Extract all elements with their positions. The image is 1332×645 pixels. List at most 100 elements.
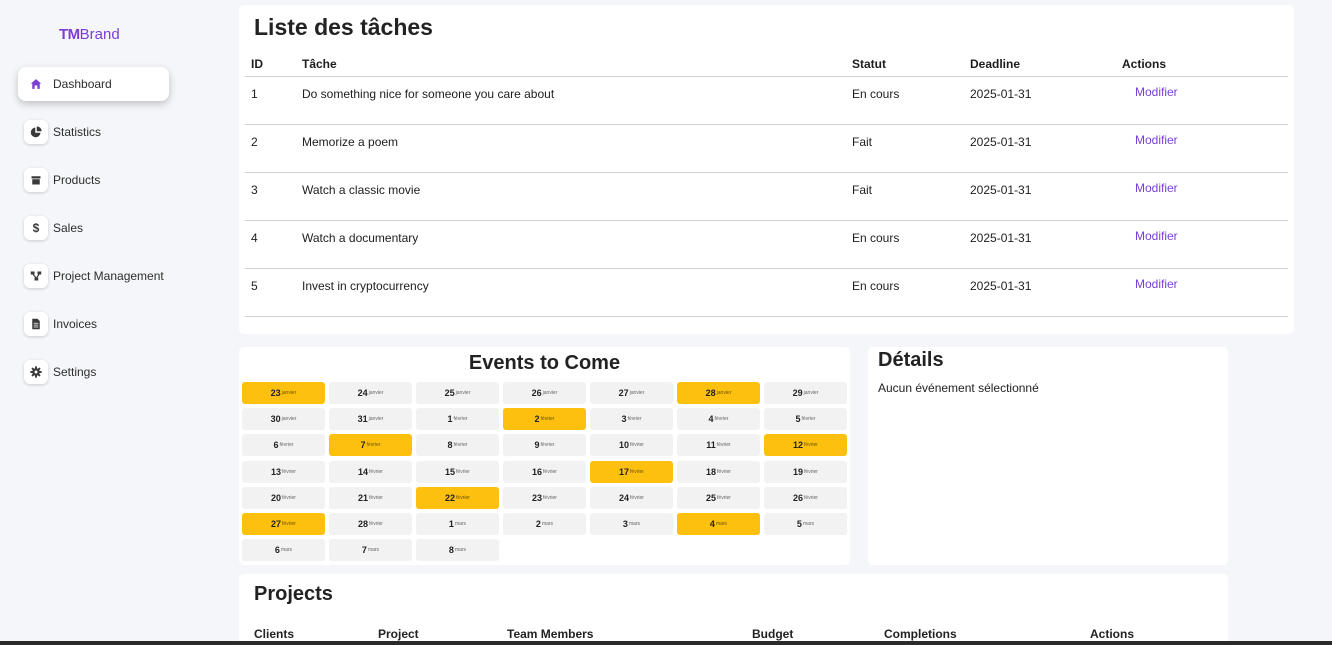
calendar-day[interactable]: 19 février xyxy=(764,461,847,483)
events-calendar-card: Events to Come 23 janvier 24 janvier 25 janvi… xyxy=(239,347,850,565)
calendar-day-number: 20 xyxy=(271,493,282,503)
calendar-day[interactable]: 5 mars xyxy=(764,513,847,535)
calendar-day[interactable]: 23 février xyxy=(503,487,586,509)
calendar-day-number: 21 xyxy=(358,493,369,503)
calendar-day[interactable]: 27 février xyxy=(242,513,325,535)
calendar-day[interactable]: 3 février xyxy=(590,408,673,430)
calendar-day-number: 5 xyxy=(796,519,802,529)
task-name: Do something nice for someone you care a… xyxy=(302,87,555,101)
calendar-day[interactable]: 14 février xyxy=(329,461,412,483)
calendar-day-month: février xyxy=(369,521,383,527)
calendar-day-month: février xyxy=(453,442,468,448)
calendar-day[interactable]: 22 février xyxy=(416,487,499,509)
calendar-day[interactable]: 10 février xyxy=(590,434,673,456)
calendar-day-month: février xyxy=(630,495,644,501)
calendar-day-number: 27 xyxy=(271,519,282,529)
calendar-day[interactable]: 6 mars xyxy=(242,539,325,561)
calendar-day[interactable]: 3 mars xyxy=(590,513,673,535)
task-id: 2 xyxy=(251,135,258,149)
calendar-day-month: mars xyxy=(367,547,380,553)
calendar-day[interactable]: 26 février xyxy=(764,487,847,509)
sidebar-item-project-management[interactable]: Project Management xyxy=(18,259,169,293)
calendar-day[interactable]: 2 février xyxy=(503,408,586,430)
calendar-day-month: février xyxy=(540,416,555,422)
brand-name: Brand xyxy=(79,26,120,43)
calendar-day-month: février xyxy=(716,442,731,448)
calendar-day[interactable]: 28 février xyxy=(329,513,412,535)
calendar-day[interactable]: 7 mars xyxy=(329,539,412,561)
calendar-day[interactable]: 18 février xyxy=(677,461,760,483)
modify-button[interactable]: Modifier xyxy=(1135,181,1178,195)
calendar-day-month: mars xyxy=(454,547,467,553)
calendar-day[interactable]: 17 février xyxy=(590,461,673,483)
calendar-day[interactable]: 1 février xyxy=(416,408,499,430)
calendar-day[interactable]: 12 février xyxy=(764,434,847,456)
calendar-day[interactable]: 30 janvier xyxy=(242,408,325,430)
calendar-day-month: mars xyxy=(541,521,554,527)
calendar-day-month: février xyxy=(369,469,383,475)
calendar-day[interactable]: 26 janvier xyxy=(503,382,586,404)
calendar-day-month: février xyxy=(366,442,381,448)
modify-button[interactable]: Modifier xyxy=(1135,229,1178,243)
task-id: 3 xyxy=(251,183,258,197)
column-header-team-members: Team Members xyxy=(507,627,594,641)
calendar-day[interactable]: 6 février xyxy=(242,434,325,456)
sidebar-item-label: Statistics xyxy=(53,125,102,139)
calendar-day[interactable]: 24 janvier xyxy=(329,382,412,404)
modify-button[interactable]: Modifier xyxy=(1135,85,1178,99)
calendar-day[interactable]: 25 février xyxy=(677,487,760,509)
calendar-day[interactable]: 20 février xyxy=(242,487,325,509)
calendar-day[interactable]: 25 janvier xyxy=(416,382,499,404)
calendar-day[interactable]: 24 février xyxy=(590,487,673,509)
calendar-day[interactable]: 8 mars xyxy=(416,539,499,561)
calendar-day[interactable]: 4 février xyxy=(677,408,760,430)
calendar-day[interactable]: 27 janvier xyxy=(590,382,673,404)
calendar-day[interactable]: 7 février xyxy=(329,434,412,456)
calendar-day[interactable]: 1 mars xyxy=(416,513,499,535)
calendar-day-month: février xyxy=(282,469,296,475)
sidebar-item-products[interactable]: Products xyxy=(18,163,169,197)
modify-button[interactable]: Modifier xyxy=(1135,133,1178,147)
pie-chart-icon xyxy=(24,120,48,144)
calendar-day-number: 23 xyxy=(532,493,543,503)
calendar-day[interactable]: 28 janvier xyxy=(677,382,760,404)
calendar-day[interactable]: 16 février xyxy=(503,461,586,483)
calendar-day[interactable]: 2 mars xyxy=(503,513,586,535)
task-name: Watch a classic movie xyxy=(302,183,421,197)
calendar-day[interactable]: 15 février xyxy=(416,461,499,483)
calendar-day[interactable]: 31 janvier xyxy=(329,408,412,430)
calendar-day-number: 28 xyxy=(705,388,716,398)
brand-logo[interactable]: TMBrand xyxy=(59,26,120,43)
sidebar-item-invoices[interactable]: Invoices xyxy=(18,307,169,341)
sidebar-item-statistics[interactable]: Statistics xyxy=(18,115,169,149)
task-status: En cours xyxy=(852,231,900,245)
calendar-day[interactable]: 4 mars xyxy=(677,513,760,535)
calendar-day-number: 12 xyxy=(793,440,804,450)
table-row: 5 Invest in cryptocurrency En cours 2025… xyxy=(245,269,1288,317)
calendar-day[interactable]: 5 février xyxy=(764,408,847,430)
calendar-day[interactable]: 23 janvier xyxy=(242,382,325,404)
calendar-day-month: février xyxy=(804,469,818,475)
sidebar-item-sales[interactable]: $ Sales xyxy=(18,211,169,245)
box-icon xyxy=(24,168,48,192)
sidebar-item-settings[interactable]: Settings xyxy=(18,355,169,389)
calendar-day-number: 13 xyxy=(271,467,282,477)
task-id: 1 xyxy=(251,87,258,101)
task-list-title: Liste des tâches xyxy=(254,14,433,40)
calendar-day-month: janvier xyxy=(368,416,384,422)
task-name: Watch a documentary xyxy=(302,231,419,245)
calendar-day[interactable]: 8 février xyxy=(416,434,499,456)
calendar-day-number: 7 xyxy=(361,545,367,555)
calendar-day[interactable]: 11 février xyxy=(677,434,760,456)
calendar-day[interactable]: 13 février xyxy=(242,461,325,483)
modify-button[interactable]: Modifier xyxy=(1135,277,1178,291)
calendar-day-month: janvier xyxy=(455,390,471,396)
taskbar-strip xyxy=(0,641,1332,645)
calendar-day[interactable]: 21 février xyxy=(329,487,412,509)
calendar-day-month: mars xyxy=(628,521,641,527)
calendar-day-number: 6 xyxy=(274,545,280,555)
calendar-day[interactable]: 29 janvier xyxy=(764,382,847,404)
calendar-day[interactable]: 9 février xyxy=(503,434,586,456)
calendar-day-month: mars xyxy=(715,521,728,527)
sidebar-item-dashboard[interactable]: Dashboard xyxy=(18,67,169,101)
